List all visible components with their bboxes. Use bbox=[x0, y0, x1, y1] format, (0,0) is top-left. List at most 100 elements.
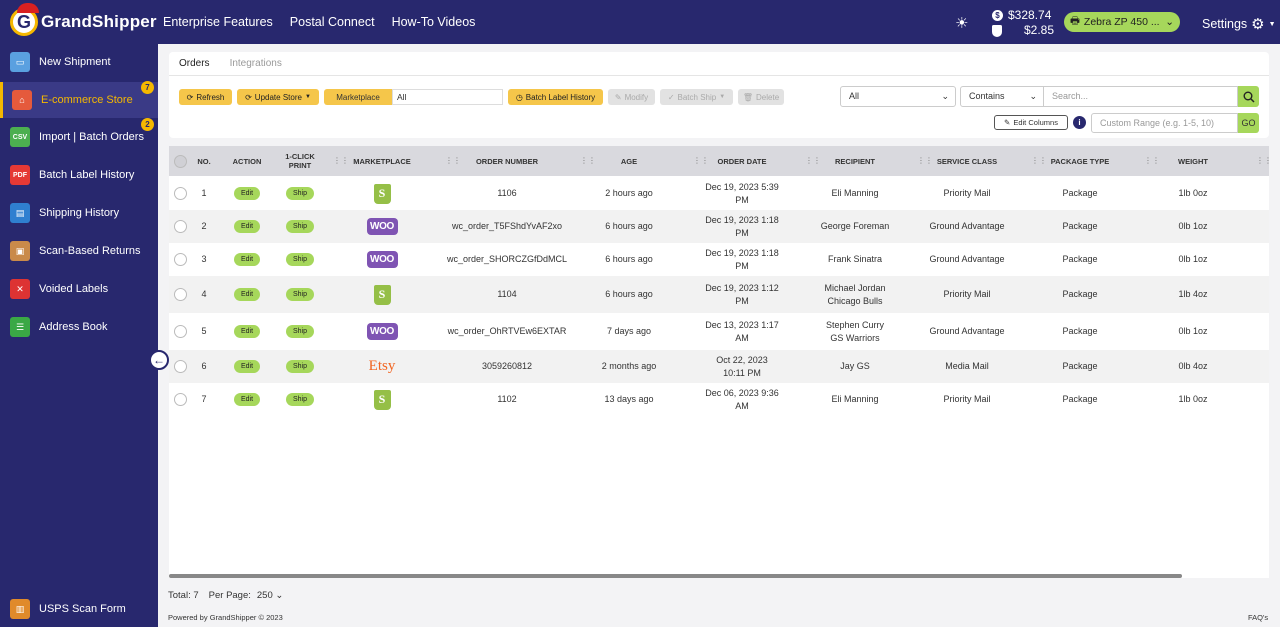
column-header[interactable]: NO. bbox=[191, 146, 217, 176]
select-all-checkbox[interactable] bbox=[173, 146, 187, 176]
ship-button[interactable]: Ship bbox=[285, 220, 314, 233]
service-class: Ground Advantage bbox=[929, 221, 1005, 231]
sidebar-item-voided-labels[interactable]: ✕ Voided Labels bbox=[0, 272, 158, 306]
collapse-sidebar-arrow-icon[interactable]: ← bbox=[149, 350, 169, 370]
drag-handle-icon[interactable]: ⋮⋮ bbox=[445, 157, 461, 165]
nav-how-to-videos[interactable]: How-To Videos bbox=[392, 15, 476, 29]
row-checkbox[interactable] bbox=[173, 243, 187, 276]
update-store-button[interactable]: ⟳ Update Store ▼ bbox=[237, 89, 319, 105]
marketplace-cell: S bbox=[347, 383, 417, 416]
table-row[interactable]: 2 Edit Ship WOO wc_order_T5FShdYvAF2xo 6 hour… bbox=[169, 210, 1269, 243]
table-row[interactable]: 1 Edit Ship S 1106 2 hours ago Dec 19, 2023 5:… bbox=[169, 177, 1269, 210]
search-field-select[interactable]: All ⌄ bbox=[840, 86, 956, 107]
row-checkbox[interactable] bbox=[173, 313, 187, 350]
ship-button[interactable]: Ship bbox=[285, 393, 314, 406]
row-checkbox[interactable] bbox=[173, 177, 187, 210]
printer-select[interactable]: 🖶 Zebra ZP 450 ... ⌄ bbox=[1064, 12, 1180, 32]
edit-button[interactable]: Edit bbox=[233, 393, 261, 406]
sidebar-item-scan-based-returns[interactable]: ▣ Scan-Based Returns bbox=[0, 234, 158, 268]
ship-button[interactable]: Ship bbox=[285, 187, 314, 200]
ship-button[interactable]: Ship bbox=[285, 325, 314, 338]
search-operator-select[interactable]: Contains ⌄ bbox=[960, 86, 1044, 107]
checkbox[interactable] bbox=[173, 253, 187, 266]
faq-link[interactable]: FAQ's bbox=[1248, 613, 1268, 622]
checkbox[interactable] bbox=[173, 220, 187, 233]
delete-button[interactable]: 🗑 Delete bbox=[738, 89, 784, 105]
sidebar-item-ecommerce-store[interactable]: ⌂ E-commerce Store 7 bbox=[0, 81, 158, 118]
horizontal-scrollbar[interactable] bbox=[169, 574, 1182, 578]
row-checkbox[interactable] bbox=[173, 210, 187, 243]
sidebar-item-import-batch-orders[interactable]: CSV Import | Batch Orders 2 bbox=[0, 118, 158, 154]
sidebar-item-new-shipment[interactable]: ▭ New Shipment bbox=[0, 45, 158, 79]
row-checkbox[interactable] bbox=[173, 276, 187, 313]
refresh-button[interactable]: ⟳ Refresh bbox=[179, 89, 232, 105]
info-icon[interactable]: i bbox=[1073, 116, 1086, 129]
ship-button[interactable]: Ship bbox=[285, 253, 314, 266]
edit-button[interactable]: Edit bbox=[233, 187, 261, 200]
column-header[interactable]: WEIGHT bbox=[1155, 146, 1231, 176]
column-header[interactable]: SERVICE CLASS bbox=[929, 146, 1005, 176]
per-page-select[interactable]: 250 ⌄ bbox=[257, 590, 283, 601]
column-header[interactable]: PACKAGE TYPE bbox=[1042, 146, 1118, 176]
checkbox[interactable] bbox=[173, 393, 187, 406]
tab-integrations[interactable]: Integrations bbox=[220, 52, 292, 76]
table-row[interactable]: 3 Edit Ship WOO wc_order_SHORCZGfDdMCL 6 hour… bbox=[169, 243, 1269, 276]
ship-button[interactable]: Ship bbox=[285, 360, 314, 373]
row-checkbox[interactable] bbox=[173, 350, 187, 383]
column-header[interactable]: RECIPIENT bbox=[817, 146, 893, 176]
theme-toggle-sun-icon[interactable]: ☀ bbox=[955, 14, 968, 32]
drag-handle-icon[interactable]: ⋮⋮ bbox=[580, 157, 596, 165]
table-row[interactable]: 7 Edit Ship S 1102 13 days ago Dec 06, 2023 9:… bbox=[169, 383, 1269, 416]
action-cell: Edit bbox=[227, 243, 267, 276]
column-header[interactable]: MARKETPLACE bbox=[347, 146, 417, 176]
account-balance[interactable]: $ $328.74 $2.85 bbox=[992, 8, 1054, 38]
column-header[interactable]: ACTION bbox=[227, 146, 267, 176]
go-button[interactable]: GO bbox=[1238, 113, 1259, 133]
sidebar-item-batch-label-history[interactable]: PDF Batch Label History bbox=[0, 158, 158, 192]
drag-handle-icon[interactable]: ⋮⋮ bbox=[1256, 157, 1269, 165]
batch-label-history-button[interactable]: ◷ Batch Label History bbox=[508, 89, 603, 105]
print-cell: Ship bbox=[277, 210, 323, 243]
drag-handle-icon[interactable]: ⋮⋮ bbox=[1144, 157, 1160, 165]
edit-button[interactable]: Edit bbox=[233, 253, 261, 266]
table-row[interactable]: 5 Edit Ship WOO wc_order_OhRTVEw6EXTAR 7 days… bbox=[169, 313, 1269, 350]
logo[interactable]: G GrandShipper bbox=[10, 3, 157, 40]
checkbox[interactable] bbox=[173, 288, 187, 301]
edit-button[interactable]: Edit bbox=[233, 288, 261, 301]
sidebar-item-usps-scan-form[interactable]: ▥ USPS Scan Form bbox=[0, 592, 158, 626]
drag-handle-icon[interactable]: ⋮⋮ bbox=[805, 157, 821, 165]
sidebar-item-shipping-history[interactable]: ▤ Shipping History bbox=[0, 196, 158, 230]
drag-handle-icon[interactable]: ⋮⋮ bbox=[693, 157, 709, 165]
ship-button[interactable]: Ship bbox=[285, 288, 314, 301]
table-row[interactable]: 6 Edit Ship Etsy 3059260812 2 months ago Oct 2… bbox=[169, 350, 1269, 383]
search-input[interactable]: Search... bbox=[1044, 86, 1238, 107]
column-header[interactable]: 1-CLICK PRINT bbox=[277, 146, 323, 176]
sidebar-item-address-book[interactable]: ☰ Address Book bbox=[0, 310, 158, 344]
drag-handle-icon[interactable]: ⋮⋮ bbox=[917, 157, 933, 165]
checkbox[interactable] bbox=[173, 360, 187, 373]
edit-button[interactable]: Edit bbox=[233, 360, 261, 373]
tab-orders[interactable]: Orders bbox=[169, 52, 220, 76]
checkbox[interactable] bbox=[173, 325, 187, 338]
batch-ship-button[interactable]: ✓ Batch Ship ▼ bbox=[660, 89, 733, 105]
edit-columns-button[interactable]: ✎ Edit Columns bbox=[994, 115, 1068, 130]
edit-button[interactable]: Edit bbox=[233, 220, 261, 233]
order-number: 1106 bbox=[497, 188, 517, 198]
checkbox[interactable] bbox=[173, 187, 187, 200]
drag-handle-icon[interactable]: ⋮⋮ bbox=[333, 157, 349, 165]
scan-form-icon: ▥ bbox=[10, 599, 30, 619]
search-button[interactable] bbox=[1238, 86, 1259, 107]
table-row[interactable]: 4 Edit Ship S 1104 6 hours ago Dec 19, 2023 1:… bbox=[169, 276, 1269, 313]
edit-button[interactable]: Edit bbox=[233, 325, 261, 338]
column-header[interactable]: AGE bbox=[594, 146, 664, 176]
column-header[interactable]: ORDER DATE bbox=[705, 146, 779, 176]
marketplace-filter-input[interactable]: All bbox=[392, 89, 503, 105]
row-checkbox[interactable] bbox=[173, 383, 187, 416]
custom-range-input[interactable]: Custom Range (e.g. 1-5, 10) bbox=[1091, 113, 1238, 133]
settings-menu[interactable]: Settings ⚙ ▼ bbox=[1202, 15, 1276, 33]
column-header[interactable]: ORDER NUMBER bbox=[457, 146, 557, 176]
modify-button[interactable]: ✎ Modify bbox=[608, 89, 655, 105]
nav-enterprise-features[interactable]: Enterprise Features bbox=[163, 15, 273, 29]
nav-postal-connect[interactable]: Postal Connect bbox=[290, 15, 375, 29]
drag-handle-icon[interactable]: ⋮⋮ bbox=[1031, 157, 1047, 165]
